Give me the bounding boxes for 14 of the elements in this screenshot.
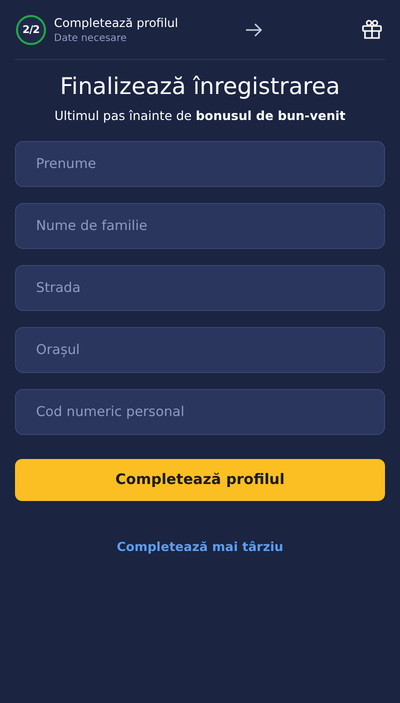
input-field[interactable]: Strada	[15, 265, 385, 311]
input-field[interactable]: Prenume	[15, 141, 385, 187]
arrow-right-icon[interactable]	[245, 22, 263, 36]
page-title: Finalizează înregistrarea	[59, 74, 341, 100]
page-subtitle: Ultimul pas înainte de bonusul de bun-venit	[53, 108, 347, 123]
input-field[interactable]: Nume de familie	[15, 203, 385, 249]
input-field[interactable]: Cod numeric personal	[15, 389, 385, 435]
header-title: Completează profilul	[54, 16, 180, 30]
header-subtitle: Date necesare	[54, 32, 128, 44]
progress-ring: 2/2	[16, 14, 46, 44]
complete-profile-button[interactable]: Completează profilul	[15, 459, 385, 501]
input-field[interactable]: Orașul	[15, 327, 385, 373]
later-link[interactable]: Completează mai târziu	[116, 539, 284, 554]
gift-icon[interactable]	[361, 18, 383, 40]
